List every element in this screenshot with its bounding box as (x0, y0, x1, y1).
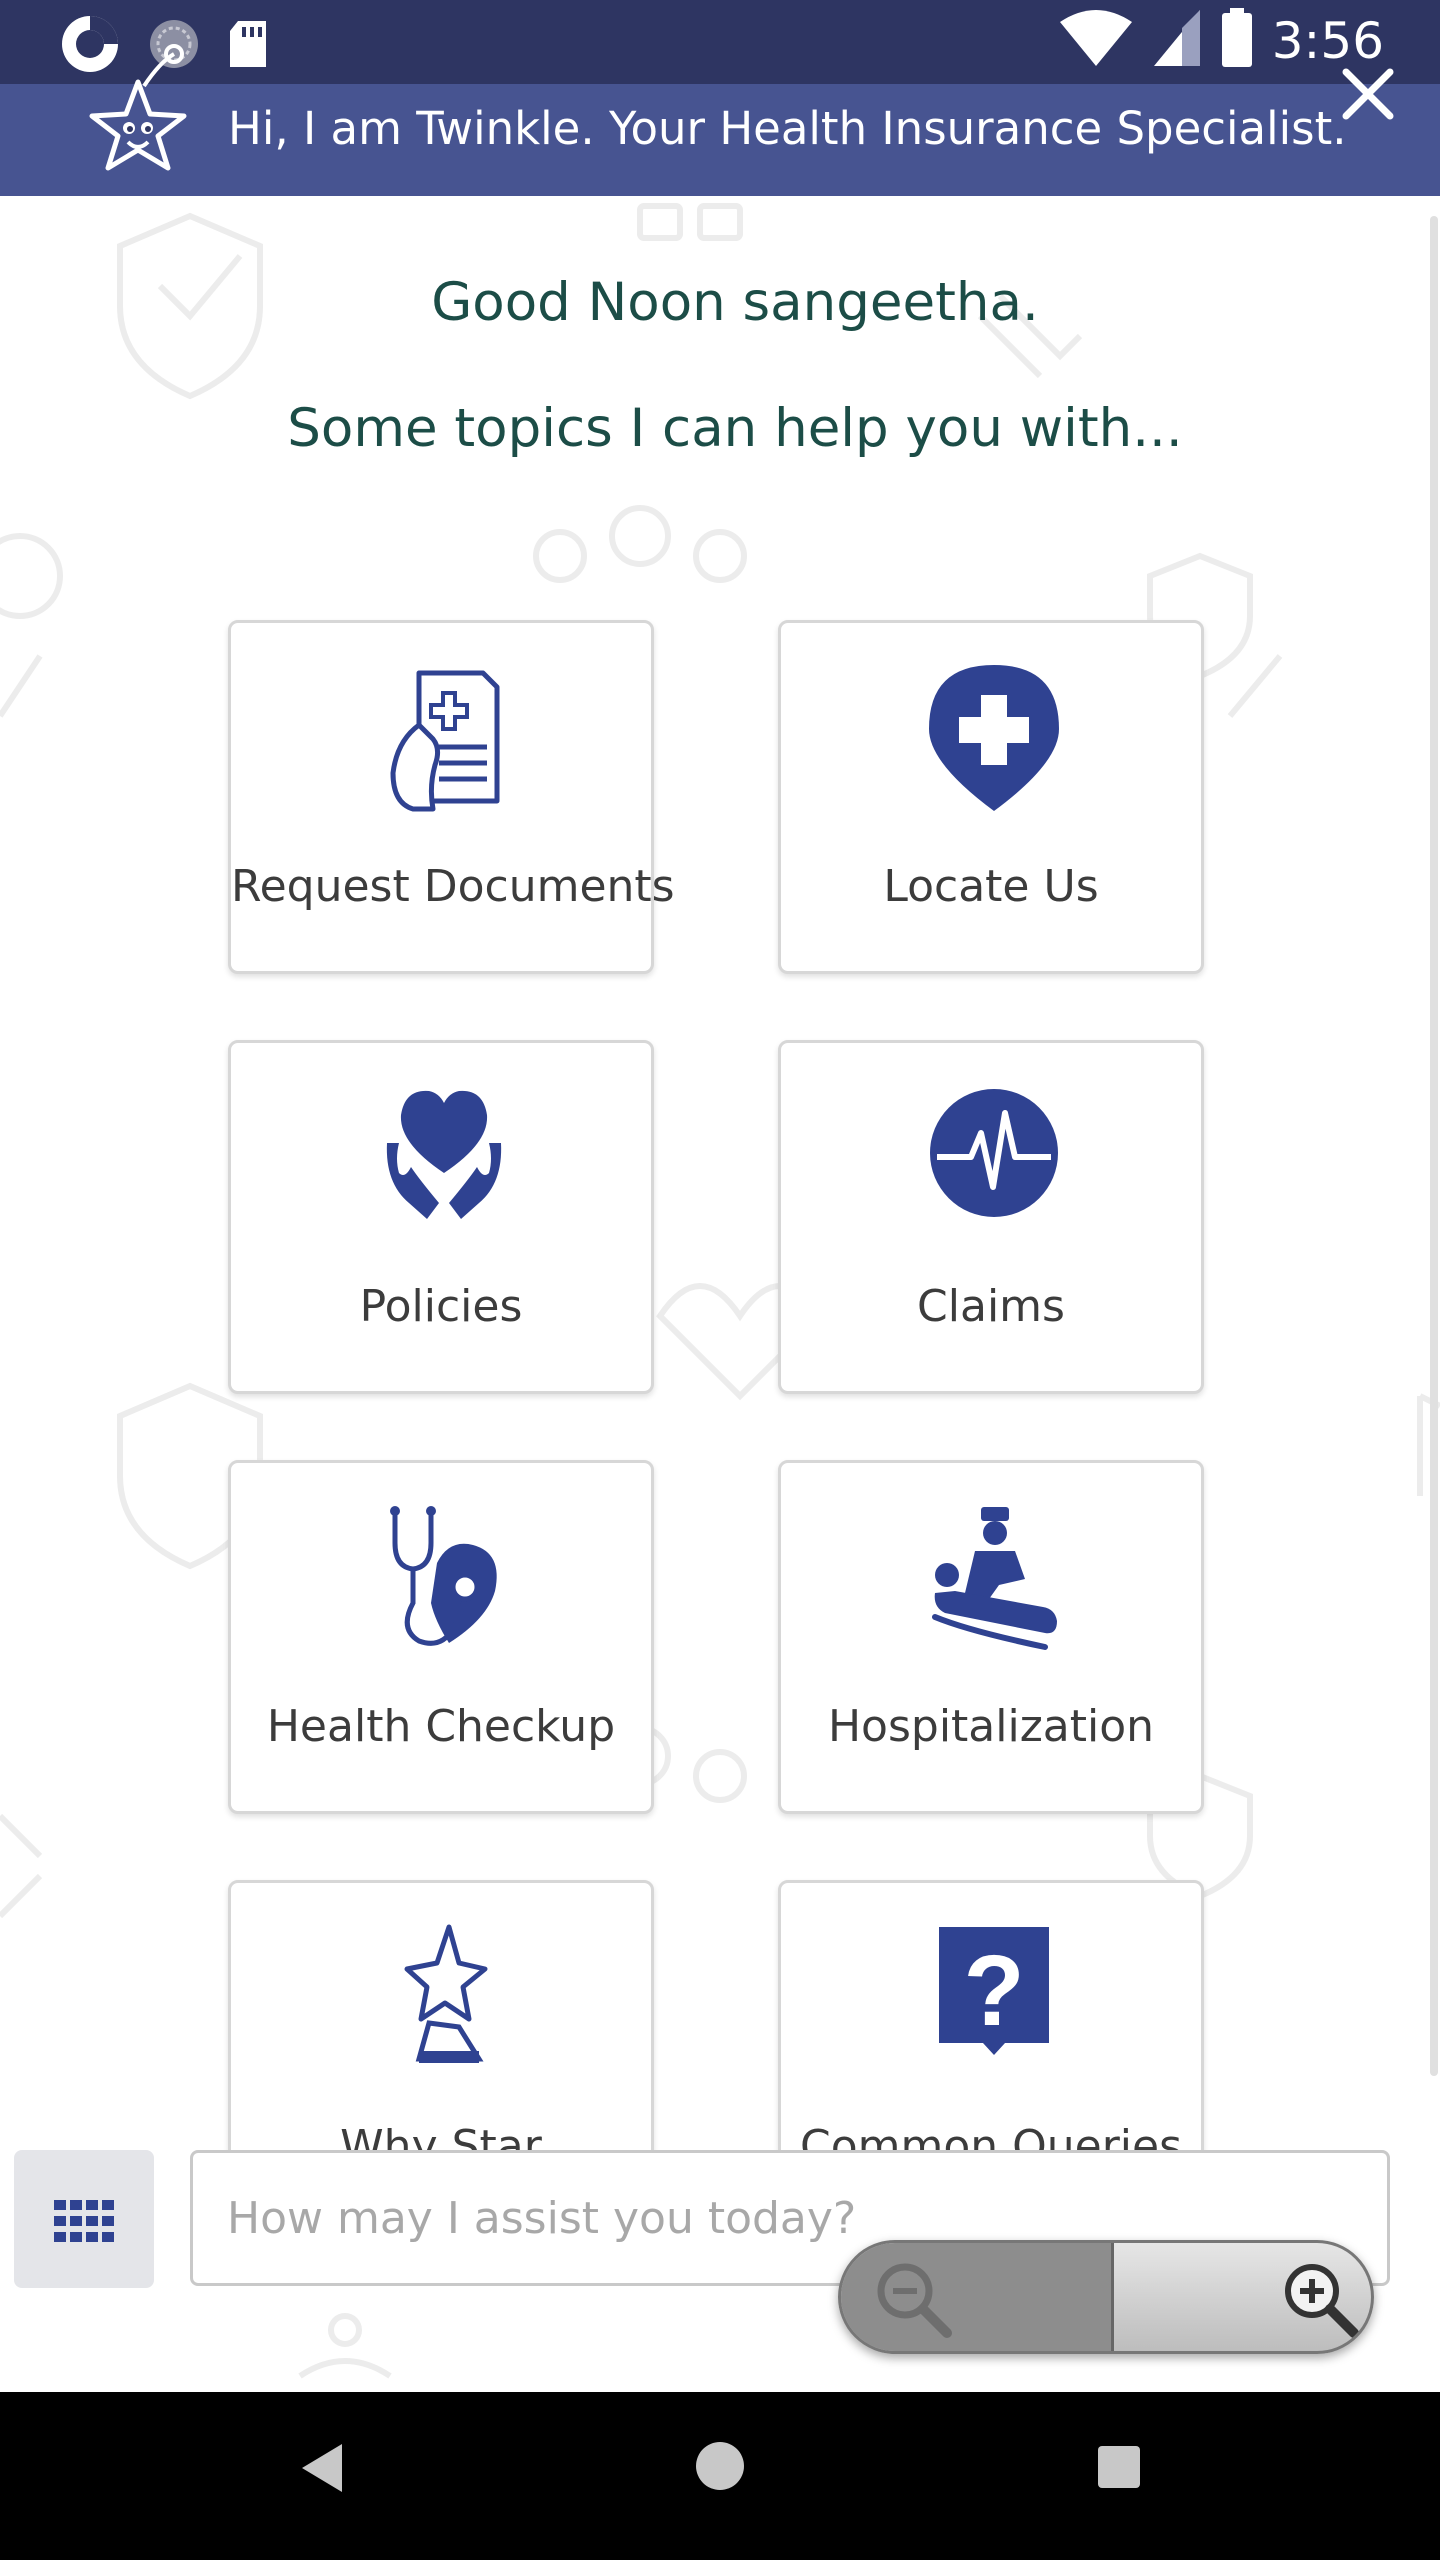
zoom-out-button[interactable] (841, 2243, 1111, 2351)
header-title: Hi, I am Twinkle. Your Health Insurance … (228, 102, 1347, 155)
zoom-in-button[interactable] (1111, 2243, 1371, 2351)
topic-label: Health Checkup (266, 1701, 616, 1752)
zoom-in-icon (1278, 2257, 1362, 2346)
wifi-icon (1058, 8, 1134, 73)
menu-button[interactable] (14, 2150, 154, 2288)
heartbeat-icon (929, 1083, 1059, 1233)
home-icon[interactable] (694, 2440, 746, 2497)
zoom-out-icon (871, 2257, 955, 2346)
topic-label: Policies (359, 1281, 523, 1332)
topic-label: Request Documents (231, 861, 675, 912)
location-pin-icon (929, 663, 1059, 813)
topics-prompt: Some topics I can help you with... (287, 398, 1183, 459)
chat-body: Good Noon sangeetha. Some topics I can h… (0, 196, 1440, 2392)
hospital-bed-icon (929, 1503, 1059, 1653)
sd-card-icon (226, 19, 270, 74)
topic-card-locate-us[interactable]: Locate Us (778, 620, 1204, 974)
topic-card-policies[interactable]: Policies (228, 1040, 654, 1394)
background-pattern (0, 203, 1440, 2379)
zoom-control (838, 2240, 1374, 2354)
battery-icon (1220, 8, 1254, 73)
close-icon[interactable] (1338, 64, 1398, 124)
clock-time: 3:56 (1271, 11, 1384, 70)
grid-menu-icon (54, 2200, 114, 2247)
back-icon[interactable] (298, 2440, 348, 2501)
stethoscope-icon (379, 1503, 509, 1653)
navigation-bar (0, 2392, 1440, 2560)
recents-icon[interactable] (1096, 2444, 1142, 2495)
question-icon: ? (929, 1923, 1059, 2073)
greeting-text: Good Noon sangeetha. (431, 272, 1039, 333)
hands-heart-icon (379, 1083, 509, 1233)
scrollbar[interactable] (1430, 216, 1438, 2076)
topic-card-health-checkup[interactable]: Health Checkup (228, 1460, 654, 1814)
topic-label: Claims (917, 1281, 1065, 1332)
chat-header: Hi, I am Twinkle. Your Health Insurance … (0, 44, 1440, 196)
topic-label: Locate Us (883, 861, 1099, 912)
signal-icon (1152, 8, 1202, 73)
star-mascot-icon (82, 42, 194, 177)
topic-label: Hospitalization (827, 1701, 1155, 1752)
document-icon (379, 663, 509, 813)
status-bar: 3:56 (0, 0, 1440, 84)
star-trophy-icon (379, 1923, 509, 2073)
topic-card-claims[interactable]: Claims (778, 1040, 1204, 1394)
topic-card-request-documents[interactable]: Request Documents (228, 620, 675, 974)
topic-card-hospitalization[interactable]: Hospitalization (778, 1460, 1204, 1814)
svg-text:?: ? (963, 1935, 1024, 2047)
